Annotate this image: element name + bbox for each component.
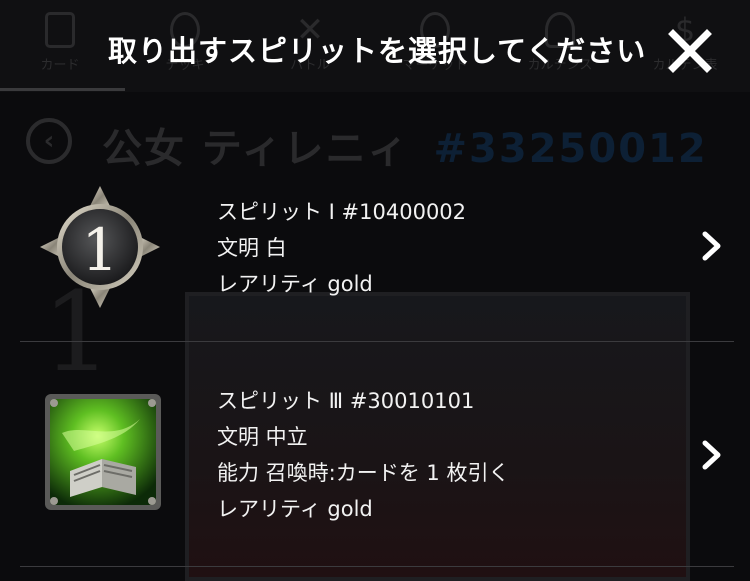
rank-one-badge-icon: 1 <box>40 186 160 308</box>
card-name: 公女 ティレニィ <box>102 126 410 172</box>
spirit-details: スピリット Ⅰ #10400002 文明 白 レアリティ gold <box>217 194 466 302</box>
spirit-option-2[interactable]: スピリット Ⅲ #30010101 文明 中立 能力 召喚時:カードを 1 枚引… <box>20 345 734 565</box>
spirit-name: スピリット Ⅰ #10400002 <box>217 200 467 224</box>
spirit-civilization: 文明 白 <box>217 236 287 260</box>
tab-label: カード <box>40 58 80 73</box>
close-icon <box>668 29 712 73</box>
back-icon: ‹ <box>26 118 72 164</box>
card-number: #33250012 <box>433 126 708 172</box>
chevron-right-icon <box>702 231 721 261</box>
spirit-rarity: レアリティ gold <box>217 497 373 521</box>
spirit-option-1[interactable]: 1 スピリット Ⅰ #10400002 文明 白 レアリティ gold <box>20 178 734 340</box>
spirit-details: スピリット Ⅲ #30010101 文明 中立 能力 召喚時:カードを 1 枚引… <box>217 383 509 527</box>
spirit-civilization: 文明 中立 <box>217 425 308 449</box>
spirit-rarity: レアリティ gold <box>217 272 373 296</box>
divider <box>20 341 734 342</box>
active-tab-indicator <box>0 88 125 91</box>
chevron-right-icon <box>702 440 721 470</box>
divider <box>20 566 734 567</box>
close-button[interactable] <box>664 25 716 77</box>
svg-text:1: 1 <box>82 216 119 284</box>
green-book-icon <box>45 394 161 510</box>
modal-title: 取り出すスピリットを選択してください <box>108 34 647 68</box>
card-icon <box>45 12 75 48</box>
spirit-ability: 能力 召喚時:カードを 1 枚引く <box>217 461 510 485</box>
background-tab-cards: カード <box>0 0 120 92</box>
spirit-name: スピリット Ⅲ #30010101 <box>217 389 475 413</box>
background-card-title: 公女 ティレニィ #33250012 <box>102 116 708 174</box>
